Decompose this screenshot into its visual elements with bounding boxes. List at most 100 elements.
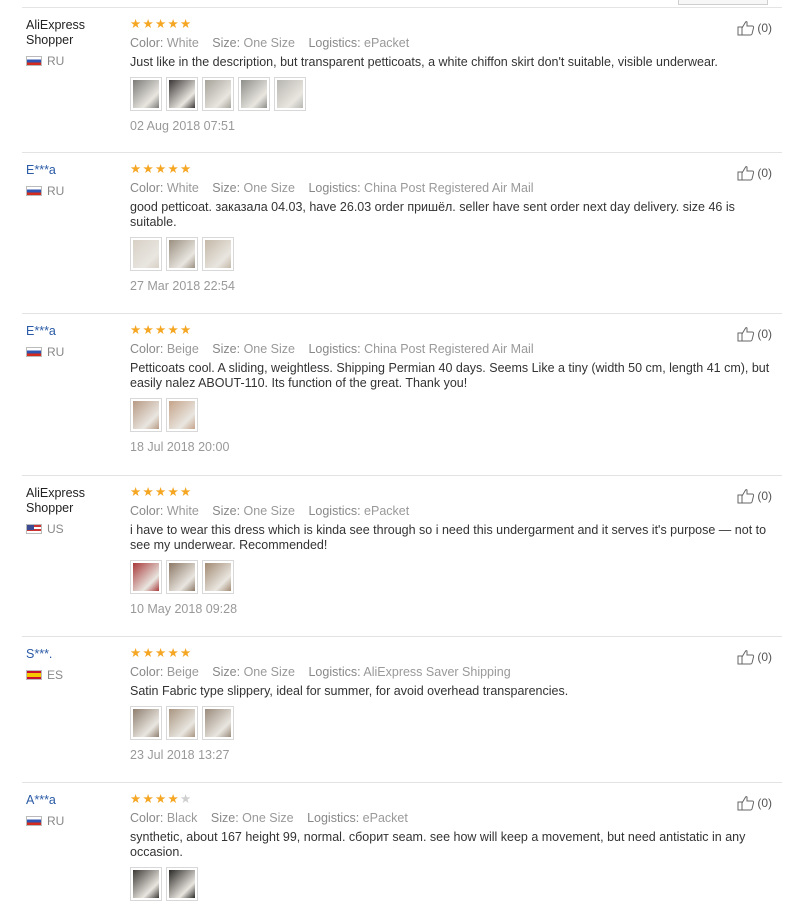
review-date: 18 Jul 2018 20:00: [130, 440, 230, 454]
review-item: E***a RU ★ ★ ★ ★ ★ Color: Beige Size: One Si…: [22, 314, 782, 476]
helpful-button[interactable]: (0): [737, 326, 772, 342]
helpful-button[interactable]: (0): [737, 795, 772, 811]
size-value: One Size: [243, 504, 295, 518]
review-body: ★ ★ ★ ★ ★ Color: White Size: One Size Logist…: [130, 163, 782, 293]
reviewer-country: US: [26, 522, 124, 536]
star-filled-icon: ★: [130, 323, 142, 337]
review-photos: [130, 560, 782, 594]
country-code: RU: [47, 54, 65, 68]
reviewer-country: ES: [26, 668, 124, 682]
logistics-value: China Post Registered Air Mail: [364, 181, 534, 195]
star-filled-icon: ★: [167, 162, 179, 176]
review-photo-thumbnail[interactable]: [238, 77, 270, 111]
sort-control[interactable]: [678, 0, 768, 5]
review-photo-thumbnail[interactable]: [130, 398, 162, 432]
thumbs-up-icon: [737, 166, 755, 181]
review-photo-thumbnail[interactable]: [166, 77, 198, 111]
logistics-value: ePacket: [364, 36, 410, 50]
review-photo-thumbnail[interactable]: [130, 77, 162, 111]
helpful-count: (0): [757, 796, 772, 810]
star-filled-icon: ★: [180, 646, 192, 660]
logistics-value: ePacket: [362, 811, 408, 825]
logistics-value: China Post Registered Air Mail: [364, 342, 534, 356]
color-value: White: [166, 36, 199, 50]
review-photo-thumbnail[interactable]: [202, 560, 234, 594]
star-filled-icon: ★: [142, 17, 154, 31]
review-photos: [130, 77, 782, 111]
helpful-button[interactable]: (0): [737, 165, 772, 181]
reviewer-info: AliExpress Shopper US: [26, 486, 124, 536]
color-label: Color:: [130, 181, 164, 195]
review-photo-thumbnail[interactable]: [130, 706, 162, 740]
order-attributes: Color: Beige Size: One Size Logistics: A…: [130, 664, 782, 680]
star-filled-icon: ★: [155, 323, 167, 337]
reviewer-name: AliExpress Shopper: [26, 486, 86, 515]
reviewer-country: RU: [26, 345, 124, 359]
star-filled-icon: ★: [167, 792, 179, 806]
star-filled-icon: ★: [130, 646, 142, 660]
color-label: Color:: [130, 342, 164, 356]
review-photo-thumbnail[interactable]: [274, 77, 306, 111]
review-photo-thumbnail[interactable]: [166, 706, 198, 740]
review-photo-thumbnail[interactable]: [166, 867, 198, 901]
review-text: Petticoats cool. A sliding, weightless. …: [130, 361, 770, 390]
review-photo-thumbnail[interactable]: [202, 77, 234, 111]
color-label: Color:: [130, 665, 164, 679]
star-filled-icon: ★: [167, 485, 179, 499]
star-rating: ★ ★ ★ ★ ★: [130, 163, 782, 177]
star-filled-icon: ★: [142, 792, 154, 806]
review-text: good petticoat. заказала 04.03, have 26.…: [130, 200, 735, 229]
review-date: 23 Jul 2018 13:27: [130, 748, 230, 762]
helpful-button[interactable]: (0): [737, 649, 772, 665]
logistics-label: Logistics:: [308, 36, 361, 50]
reviewer-info: E***a RU: [26, 163, 124, 198]
review-photo-thumbnail[interactable]: [130, 867, 162, 901]
review-body: ★ ★ ★ ★ ★ Color: White Size: One Size Logist…: [130, 18, 782, 133]
reviewer-country: RU: [26, 184, 124, 198]
review-photo-thumbnail[interactable]: [166, 560, 198, 594]
star-filled-icon: ★: [155, 162, 167, 176]
review-item: E***a RU ★ ★ ★ ★ ★ Color: White Size: One Si…: [22, 153, 782, 314]
review-body: ★ ★ ★ ★ ★ Color: Black Size: One Size Logist…: [130, 793, 782, 901]
color-value: White: [166, 504, 199, 518]
review-date: 10 May 2018 09:28: [130, 602, 238, 616]
review-photo-thumbnail[interactable]: [130, 237, 162, 271]
color-label: Color:: [130, 36, 164, 50]
order-attributes: Color: White Size: One Size Logistics: e…: [130, 35, 782, 51]
star-filled-icon: ★: [130, 17, 142, 31]
reviewer-country: RU: [26, 54, 124, 68]
logistics-label: Logistics:: [308, 181, 361, 195]
star-filled-icon: ★: [130, 792, 142, 806]
reviewer-name: A***a: [26, 793, 56, 807]
review-photos: [130, 398, 782, 432]
reviewer-name: E***a: [26, 324, 56, 338]
review-photo-thumbnail[interactable]: [202, 237, 234, 271]
country-flag-icon: [26, 186, 42, 196]
size-value: One Size: [243, 665, 295, 679]
country-code: ES: [47, 668, 64, 682]
country-flag-icon: [26, 347, 42, 357]
review-photo-thumbnail[interactable]: [166, 237, 198, 271]
review-photo-thumbnail[interactable]: [202, 706, 234, 740]
review-photo-thumbnail[interactable]: [166, 398, 198, 432]
logistics-label: Logistics:: [308, 342, 361, 356]
color-value: Black: [166, 811, 198, 825]
star-filled-icon: ★: [155, 792, 167, 806]
star-rating: ★ ★ ★ ★ ★: [130, 793, 782, 807]
size-value: One Size: [243, 36, 295, 50]
review-photo-thumbnail[interactable]: [130, 560, 162, 594]
helpful-count: (0): [757, 489, 772, 503]
reviewer-name: S***.: [26, 647, 53, 661]
star-filled-icon: ★: [180, 17, 192, 31]
star-filled-icon: ★: [142, 485, 154, 499]
star-filled-icon: ★: [142, 323, 154, 337]
review-date: 27 Mar 2018 22:54: [130, 279, 235, 293]
logistics-value: AliExpress Saver Shipping: [363, 665, 511, 679]
helpful-button[interactable]: (0): [737, 20, 772, 36]
logistics-label: Logistics:: [308, 504, 361, 518]
review-text: Just like in the description, but transp…: [130, 55, 718, 69]
helpful-button[interactable]: (0): [737, 488, 772, 504]
star-filled-icon: ★: [155, 646, 167, 660]
star-filled-icon: ★: [180, 162, 192, 176]
size-label: Size:: [212, 504, 241, 518]
